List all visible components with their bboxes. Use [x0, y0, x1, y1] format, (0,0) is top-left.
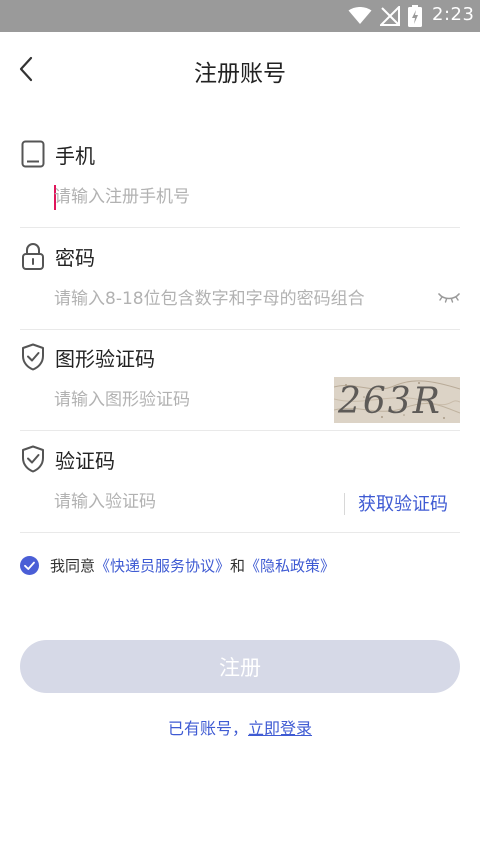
phone-field: 手机: [20, 138, 460, 230]
login-link[interactable]: 立即登录: [248, 719, 312, 738]
separator: [344, 493, 345, 515]
captcha-image[interactable]: 263R: [334, 377, 460, 423]
battery-charging-icon: [408, 5, 422, 27]
status-bar: 2:23: [0, 0, 480, 32]
captcha-label: 图形验证码: [55, 346, 155, 371]
sms-code-label: 验证码: [55, 448, 115, 473]
password-field: 密码: [20, 240, 460, 332]
tablet-icon: [20, 140, 46, 168]
password-label: 密码: [55, 245, 95, 270]
shield-check-icon: [20, 445, 46, 473]
privacy-policy-link[interactable]: 《隐私政策》: [245, 555, 335, 576]
eye-closed-icon[interactable]: [438, 290, 460, 306]
login-prompt-text: 已有账号，: [167, 719, 248, 738]
service-agreement-link[interactable]: 《快递员服务协议》: [95, 555, 230, 576]
phone-label: 手机: [55, 143, 95, 168]
agreement-and: 和: [230, 556, 246, 575]
sms-code-input[interactable]: [54, 487, 324, 517]
header: 注册账号: [0, 32, 480, 106]
captcha-field: 图形验证码 263R: [20, 341, 460, 433]
status-time: 2:23: [432, 4, 475, 25]
page-title: 注册账号: [194, 61, 286, 87]
sms-code-field: 验证码 获取验证码: [20, 443, 460, 535]
no-signal-icon: [380, 6, 400, 26]
register-button[interactable]: 注册: [20, 640, 460, 693]
captcha-text: 263R: [337, 381, 442, 422]
wifi-icon: [348, 7, 372, 24]
login-prompt: 已有账号，立即登录: [0, 715, 480, 739]
checkbox-checked-icon[interactable]: [20, 555, 39, 575]
divider: [20, 329, 460, 330]
agreement-prefix: 我同意: [50, 556, 96, 575]
divider: [20, 227, 460, 228]
divider: [20, 532, 460, 533]
get-code-button[interactable]: 获取验证码: [358, 490, 448, 516]
shield-check-icon: [20, 343, 46, 371]
phone-input[interactable]: [54, 182, 354, 212]
divider: [20, 430, 460, 431]
password-input[interactable]: [54, 284, 424, 314]
lock-icon: [20, 242, 46, 270]
captcha-input[interactable]: [54, 385, 324, 415]
agreement-row: 我同意 《快递员服务协议》 和 《隐私政策》: [20, 554, 335, 576]
